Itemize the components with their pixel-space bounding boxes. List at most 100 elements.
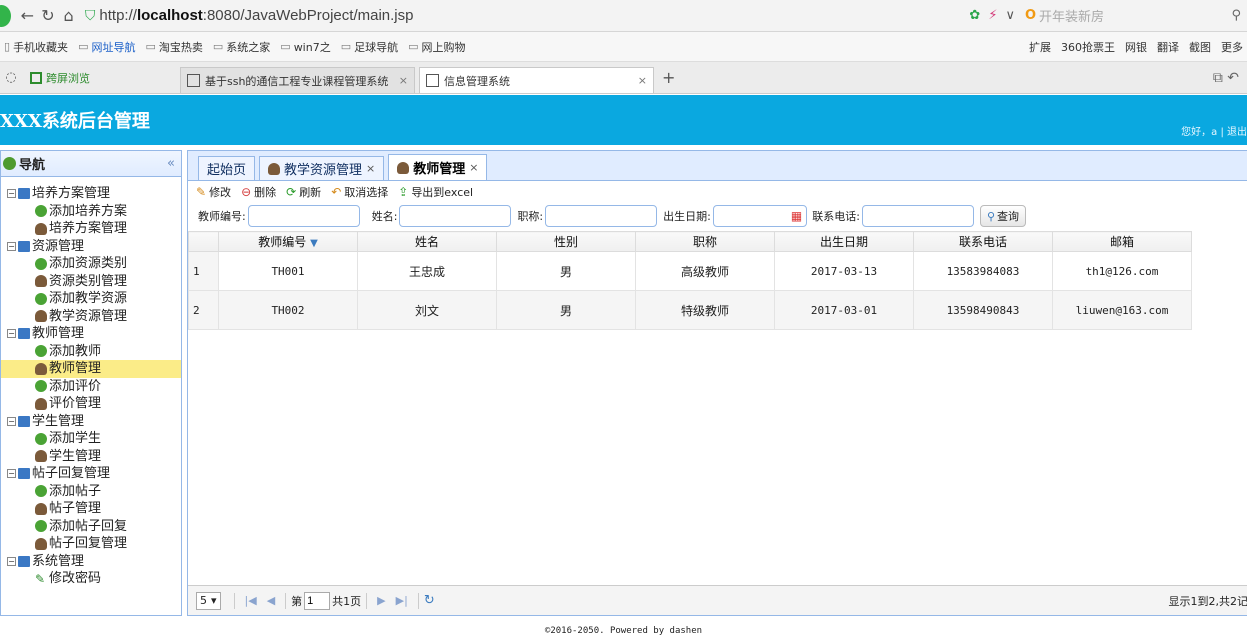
sidebar-group[interactable]: − 资源管理 xyxy=(1,238,181,256)
sidebar-item[interactable]: ✎ 修改密码 xyxy=(1,570,181,588)
sidebar-group[interactable]: − 培养方案管理 xyxy=(1,185,181,203)
favorite-win7[interactable]: ▭ win7之 xyxy=(280,39,330,55)
next-page-icon[interactable]: ▶ xyxy=(377,594,385,607)
last-page-icon[interactable]: ▶| xyxy=(396,594,408,607)
folder-icon xyxy=(18,188,30,200)
tab-restore-icon[interactable]: ◌ xyxy=(0,70,22,85)
sidebar-item[interactable]: 添加资源类别 xyxy=(1,255,181,273)
name-input[interactable] xyxy=(399,205,512,227)
sidebar-item[interactable]: 添加培养方案 xyxy=(1,203,181,221)
table-row[interactable]: 1 TH001 王忠成男高级教师 2017-03-13 13583984083 th1@1… xyxy=(188,251,1192,291)
phone-input[interactable] xyxy=(861,205,974,227)
toolbar-ticket[interactable]: 360抢票王 xyxy=(1061,39,1115,55)
toolbar-translate[interactable]: 翻译 xyxy=(1157,39,1179,55)
favorite-football[interactable]: ▭ 足球导航 xyxy=(341,39,398,55)
collapse-toggle-icon[interactable]: − xyxy=(7,416,16,426)
reload-icon[interactable]: ↻ xyxy=(38,4,59,28)
sidebar-item[interactable]: 教学资源管理 xyxy=(1,308,181,326)
content-tab[interactable]: 教学资源管理 × xyxy=(259,156,385,180)
page-size-select[interactable]: 5 ▾ xyxy=(196,591,221,610)
sidebar-item[interactable]: 资源类别管理 xyxy=(1,273,181,291)
column-header[interactable]: 职称 xyxy=(635,231,775,252)
sidebar-item[interactable]: 帖子回复管理 xyxy=(1,535,181,553)
first-page-icon[interactable]: |◀ xyxy=(245,594,257,607)
collapse-icon[interactable]: « xyxy=(167,156,175,171)
search-icon[interactable]: ⚲ xyxy=(1231,8,1241,23)
sidebar-item[interactable]: 教师管理 xyxy=(1,360,181,378)
url-field[interactable]: http://localhost:8080/JavaWebProject/mai… xyxy=(99,4,739,28)
sidebar-item[interactable]: 评价管理 xyxy=(1,395,181,413)
toolbar-screenshot[interactable]: 截图 xyxy=(1189,39,1211,55)
toolbar-extension[interactable]: 扩展 xyxy=(1029,39,1051,55)
sidebar-group[interactable]: − 系统管理 xyxy=(1,553,181,571)
refresh-button[interactable]: ⟳ 刷新 xyxy=(286,184,321,200)
user-greeting[interactable]: 您好，a | 退出 xyxy=(1181,123,1247,138)
teacher-no-input[interactable] xyxy=(247,205,360,227)
close-icon[interactable]: × xyxy=(399,74,408,87)
title-input[interactable] xyxy=(545,205,658,227)
sidebar-item[interactable]: 添加学生 xyxy=(1,430,181,448)
favorite-xitong[interactable]: ▭ 系统之家 xyxy=(213,39,270,55)
favorite-shopping[interactable]: ▭ 网上购物 xyxy=(408,39,465,55)
new-tab-icon[interactable]: + xyxy=(662,68,675,87)
sidebar-group[interactable]: − 帖子回复管理 xyxy=(1,465,181,483)
column-header[interactable]: 出生日期 xyxy=(774,231,914,252)
sidebar-item[interactable]: 添加教师 xyxy=(1,343,181,361)
toolbar-bank[interactable]: 网银 xyxy=(1125,39,1147,55)
sidebar-group[interactable]: − 学生管理 xyxy=(1,413,181,431)
favorite-mobile[interactable]: ▯ 手机收藏夹 xyxy=(4,39,68,55)
sidebar-item[interactable]: 添加教学资源 xyxy=(1,290,181,308)
collapse-toggle-icon[interactable]: − xyxy=(7,556,16,566)
extension-icon[interactable]: ✿ xyxy=(969,8,980,23)
split-screen-icon xyxy=(30,71,42,84)
chevron-down-icon[interactable]: ∨ xyxy=(1005,8,1015,23)
collapse-toggle-icon[interactable]: − xyxy=(7,329,16,339)
column-header[interactable]: 教师编号 ▼ xyxy=(218,231,358,252)
sidebar-item[interactable]: 添加帖子回复 xyxy=(1,518,181,536)
sidebar-item[interactable]: 学生管理 xyxy=(1,448,181,466)
collapse-toggle-icon[interactable]: − xyxy=(7,469,16,479)
page-number-input[interactable] xyxy=(304,591,331,610)
close-icon[interactable]: × xyxy=(638,74,647,87)
collapse-toggle-icon[interactable]: − xyxy=(7,189,16,199)
content-tab[interactable]: 起始页 xyxy=(198,156,256,180)
sidebar-item[interactable]: 添加评价 xyxy=(1,378,181,396)
split-view-button[interactable]: 跨屏浏览 xyxy=(30,70,180,86)
column-header[interactable]: 姓名 xyxy=(357,231,497,252)
tab-menu-icon[interactable]: ⧉ ↶ xyxy=(1213,70,1247,86)
name-label: 姓名: xyxy=(371,210,398,223)
favorite-nav[interactable]: ▭ 网址导航 xyxy=(78,39,135,55)
toolbar-more[interactable]: 更多 xyxy=(1221,39,1243,55)
reload-icon[interactable]: ↻ xyxy=(424,593,435,608)
app-header: XXX系统后台管理 您好，a | 退出 xyxy=(0,95,1247,145)
sidebar-item[interactable]: 帖子管理 xyxy=(1,500,181,518)
unselect-button[interactable]: ↶ 取消选择 xyxy=(331,184,388,200)
back-arrow-icon[interactable]: ← xyxy=(17,4,38,28)
favorite-taobao[interactable]: ▭ 淘宝热卖 xyxy=(145,39,202,55)
edit-button[interactable]: ✎ 修改 xyxy=(196,184,231,200)
sidebar-item[interactable]: 培养方案管理 xyxy=(1,220,181,238)
collapse-toggle-icon[interactable]: − xyxy=(7,241,16,251)
sidebar-group[interactable]: − 教师管理 xyxy=(1,325,181,343)
close-icon[interactable]: × xyxy=(366,162,375,175)
sidebar-group-label: 系统管理 xyxy=(32,553,85,569)
close-icon[interactable]: × xyxy=(469,161,478,174)
sidebar-item[interactable]: 添加帖子 xyxy=(1,483,181,501)
export-excel-button[interactable]: ⇪ 导出到excel xyxy=(398,184,473,200)
browser-tab-ssh[interactable]: 基于ssh的通信工程专业课程管理系统 × xyxy=(180,67,415,93)
browser-search-input[interactable]: O 开年装新房 xyxy=(1025,6,1232,25)
calendar-icon[interactable]: ▦ xyxy=(791,209,802,223)
query-button[interactable]: ⚲ 查询 xyxy=(979,205,1026,227)
browser-tab-info[interactable]: 信息管理系统 × xyxy=(419,67,654,93)
table-row[interactable]: 2 TH002 刘文男特级教师 2017-03-01 13598490843 liuwen… xyxy=(188,290,1192,330)
content-tab[interactable]: 教师管理 × xyxy=(388,154,488,180)
column-header[interactable]: 邮箱 xyxy=(1052,231,1192,252)
prev-page-icon[interactable]: ◀ xyxy=(267,594,275,607)
lightning-icon[interactable]: ⚡ xyxy=(988,8,997,23)
column-header[interactable]: 性别 xyxy=(496,231,636,252)
favicon-icon xyxy=(187,74,200,87)
home-icon[interactable]: ⌂ xyxy=(58,4,79,28)
delete-button[interactable]: ⊖ 删除 xyxy=(241,184,276,200)
column-header[interactable]: 联系电话 xyxy=(913,231,1053,252)
sidebar-item-label: 教师管理 xyxy=(49,361,102,376)
